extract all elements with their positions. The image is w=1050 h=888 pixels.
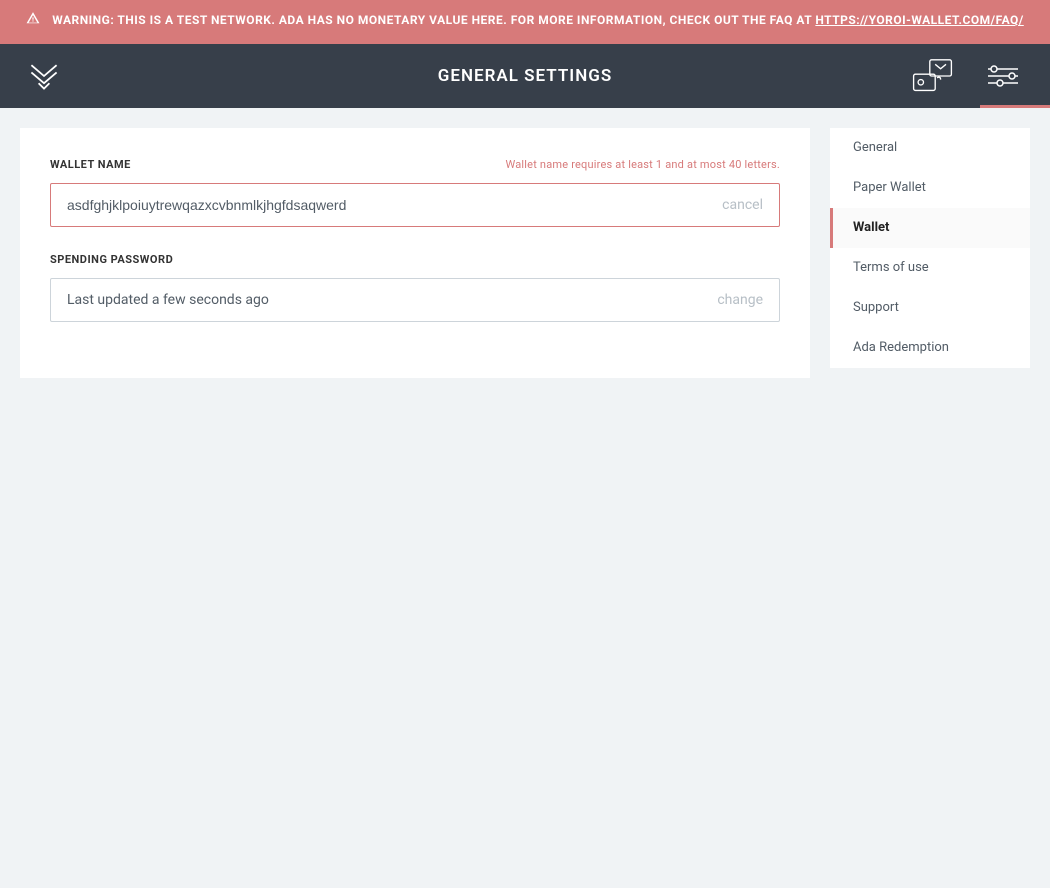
warning-text: WARNING: THIS IS A TEST NETWORK. ADA HAS… (52, 13, 815, 27)
sidenav-item-wallet[interactable]: Wallet (830, 208, 1030, 248)
settings-sidenav: General Paper Wallet Wallet Terms of use… (830, 128, 1030, 368)
wallet-name-error: Wallet name requires at least 1 and at m… (505, 158, 780, 171)
spending-password-group: SPENDING PASSWORD Last updated a few sec… (50, 253, 780, 322)
settings-icon[interactable] (980, 56, 1025, 96)
sidenav-item-label: Paper Wallet (853, 180, 926, 195)
warning-faq-link[interactable]: HTTPS://YOROI-WALLET.COM/FAQ/ (815, 13, 1023, 27)
wallets-icon[interactable] (910, 56, 955, 96)
sidenav-item-label: Ada Redemption (853, 340, 949, 355)
wallet-name-group: WALLET NAME Wallet name requires at leas… (50, 158, 780, 227)
warning-banner: WARNING: THIS IS A TEST NETWORK. ADA HAS… (0, 0, 1050, 44)
wallet-name-field[interactable]: cancel (50, 183, 780, 227)
sidenav-item-paper-wallet[interactable]: Paper Wallet (830, 168, 1030, 208)
yoroi-logo[interactable] (25, 57, 63, 95)
warning-icon (26, 13, 44, 29)
sidenav-item-support[interactable]: Support (830, 288, 1030, 328)
sidenav-item-label: Terms of use (853, 260, 929, 275)
sidenav-item-label: Wallet (853, 220, 889, 235)
spending-password-field[interactable]: Last updated a few seconds ago change (50, 278, 780, 322)
main-content: WALLET NAME Wallet name requires at leas… (0, 108, 1050, 398)
settings-panel: WALLET NAME Wallet name requires at leas… (20, 128, 810, 378)
sidenav-item-label: Support (853, 300, 899, 315)
spending-password-label: SPENDING PASSWORD (50, 253, 173, 266)
topbar: GENERAL SETTINGS (0, 44, 1050, 108)
wallet-name-cancel[interactable]: cancel (722, 197, 763, 213)
sidenav-item-ada-redemption[interactable]: Ada Redemption (830, 328, 1030, 368)
wallet-name-label: WALLET NAME (50, 158, 131, 171)
page-title: GENERAL SETTINGS (0, 66, 1050, 86)
sidenav-item-label: General (853, 140, 897, 155)
sidenav-item-terms-of-use[interactable]: Terms of use (830, 248, 1030, 288)
sidenav-item-general[interactable]: General (830, 128, 1030, 168)
spending-password-change[interactable]: change (717, 292, 763, 308)
spending-password-status: Last updated a few seconds ago (67, 292, 707, 308)
wallet-name-input[interactable] (67, 197, 712, 213)
